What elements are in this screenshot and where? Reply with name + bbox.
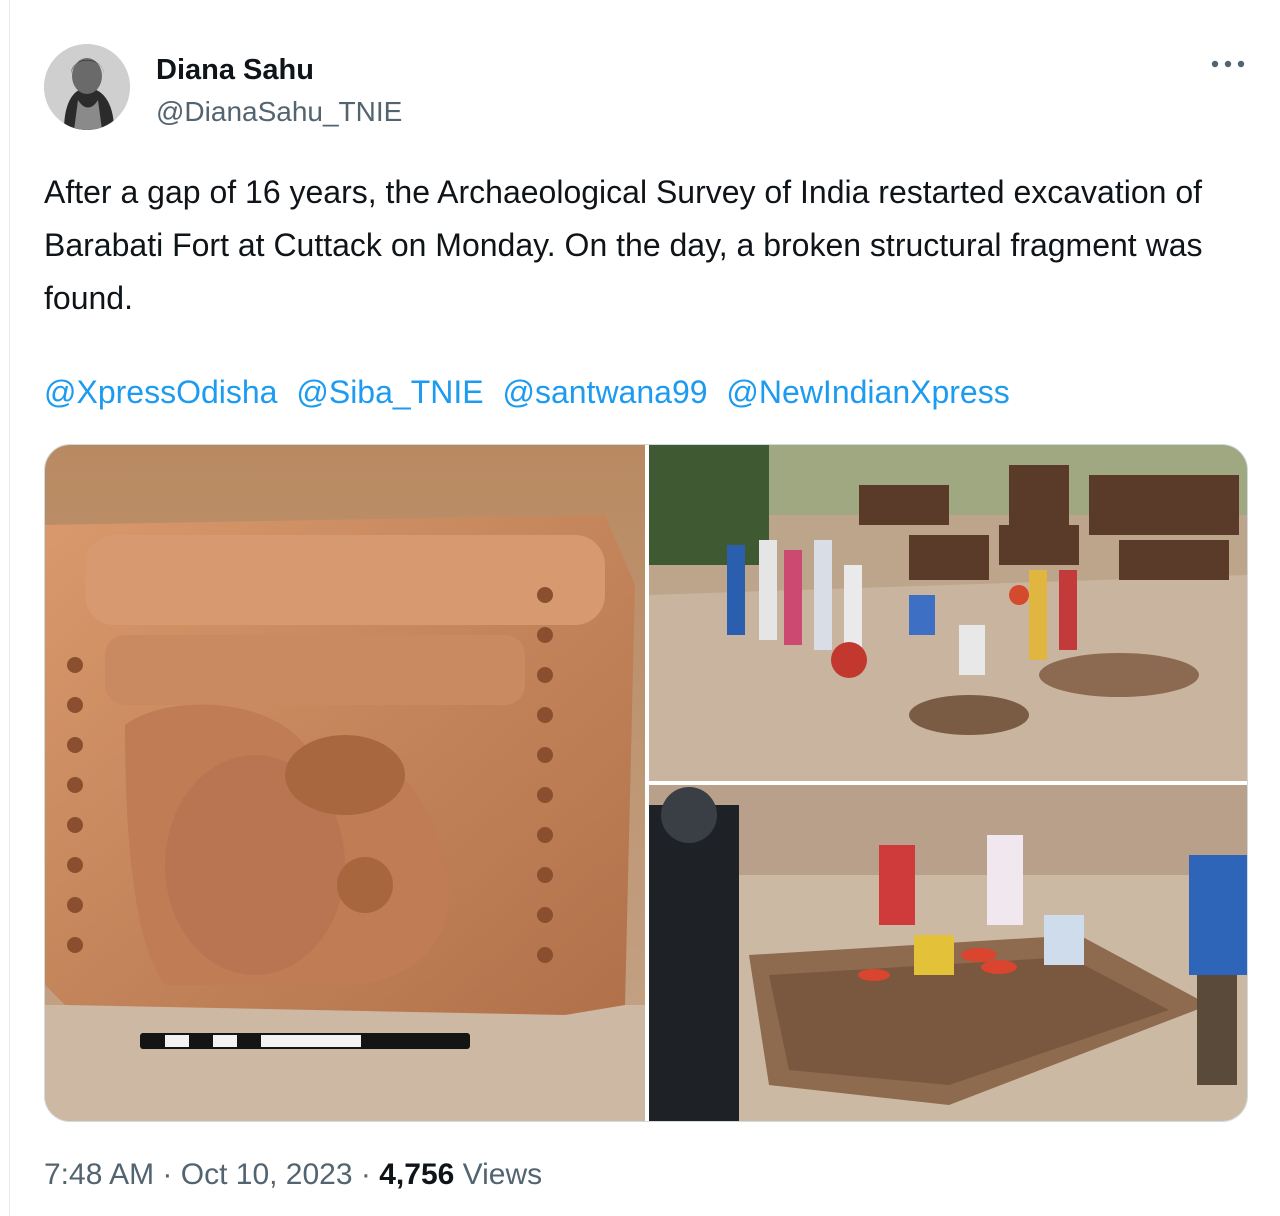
mention-link-newindianxpress[interactable]: @NewIndianXpress	[726, 374, 1009, 410]
meta-separator: ·	[360, 1158, 371, 1191]
author-handle[interactable]: @DianaSahu_TNIE	[156, 96, 402, 128]
photo-carved-fragment[interactable]	[45, 445, 645, 1121]
avatar[interactable]	[44, 44, 130, 130]
views-count[interactable]: 4,756	[379, 1158, 454, 1191]
tweet-time[interactable]: 7:48 AM	[44, 1158, 154, 1191]
views-label[interactable]: Views	[463, 1158, 542, 1191]
timeline-divider	[9, 0, 10, 1216]
mention-link-siba-tnie[interactable]: @Siba_TNIE	[296, 374, 483, 410]
media-grid	[44, 444, 1248, 1122]
more-options-button[interactable]	[1206, 46, 1250, 82]
tweet-text: After a gap of 16 years, the Archaeologi…	[44, 174, 1203, 316]
tweet-meta: 7:48 AM · Oct 10, 2023 · 4,756 Views	[44, 1158, 542, 1192]
mention-link-santwana99[interactable]: @santwana99	[502, 374, 707, 410]
author-name[interactable]: Diana Sahu	[156, 54, 314, 87]
more-horizontal-icon	[1211, 60, 1245, 68]
meta-separator: ·	[162, 1158, 173, 1191]
photo-excavation-pit[interactable]	[649, 785, 1247, 1121]
photo-excavation-site-group[interactable]	[649, 445, 1247, 781]
mention-link-xpressodisha[interactable]: @XpressOdisha	[44, 374, 277, 410]
tweet-date[interactable]: Oct 10, 2023	[181, 1158, 353, 1191]
scale-bar	[140, 1033, 470, 1049]
mentions-line: @XpressOdisha @Siba_TNIE @santwana99 @Ne…	[44, 368, 1244, 416]
